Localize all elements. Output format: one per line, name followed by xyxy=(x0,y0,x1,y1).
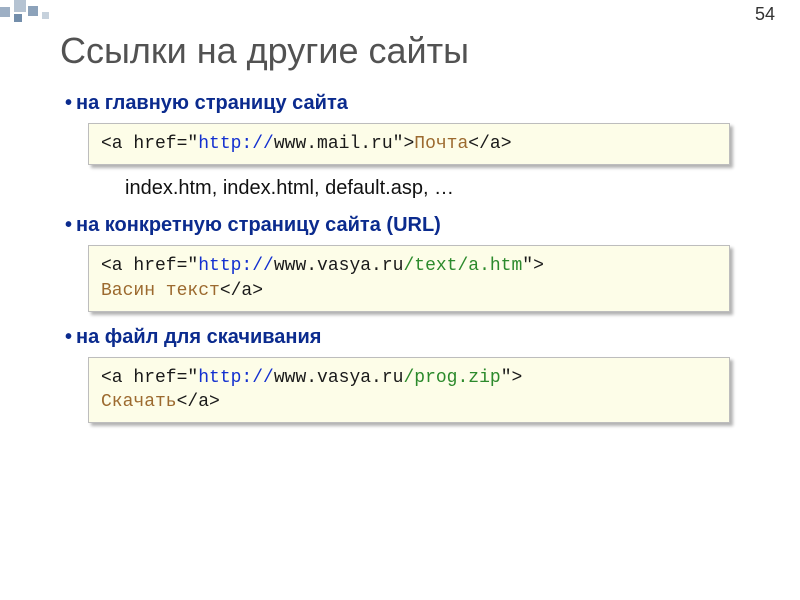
code-text: "> xyxy=(501,368,523,388)
code-text: </a> xyxy=(220,281,263,301)
code-box-download: <a href="http://www.vasya.ru/prog.zip"> … xyxy=(88,357,730,424)
code-text: <a href=" xyxy=(101,368,198,388)
code-proto: http:// xyxy=(198,368,274,388)
slide-content: Ссылки на другие сайты на главную страни… xyxy=(0,0,800,455)
code-text: </a> xyxy=(177,392,220,412)
slide-title: Ссылки на другие сайты xyxy=(60,30,740,72)
code-text: "> xyxy=(522,256,544,276)
code-proto: http:// xyxy=(198,134,274,154)
code-host: www.vasya.ru xyxy=(274,256,404,276)
code-linktext: Почта xyxy=(414,134,468,154)
code-box-home: <a href="http://www.mail.ru">Почта</a> xyxy=(88,123,730,165)
code-path: /text/a.htm xyxy=(403,256,522,276)
code-box-url: <a href="http://www.vasya.ru/text/a.htm"… xyxy=(88,245,730,312)
bullet-download-file: на файл для скачивания xyxy=(65,326,740,349)
code-text: <a href=" xyxy=(101,256,198,276)
page-number: 54 xyxy=(755,4,775,25)
code-path: /prog.zip xyxy=(403,368,500,388)
code-host: www.vasya.ru xyxy=(274,368,404,388)
index-files-note: index.htm, index.html, default.asp, … xyxy=(125,177,740,200)
code-linktext: Васин текст xyxy=(101,281,220,301)
bullet-home-page: на главную страницу сайта xyxy=(65,92,740,115)
code-linktext: Скачать xyxy=(101,392,177,412)
code-proto: http:// xyxy=(198,256,274,276)
bullet-specific-page: на конкретную страницу сайта (URL) xyxy=(65,214,740,237)
code-text: <a href=" xyxy=(101,134,198,154)
code-text: </a> xyxy=(468,134,511,154)
code-text: www.mail.ru"> xyxy=(274,134,414,154)
corner-decoration xyxy=(0,0,70,25)
